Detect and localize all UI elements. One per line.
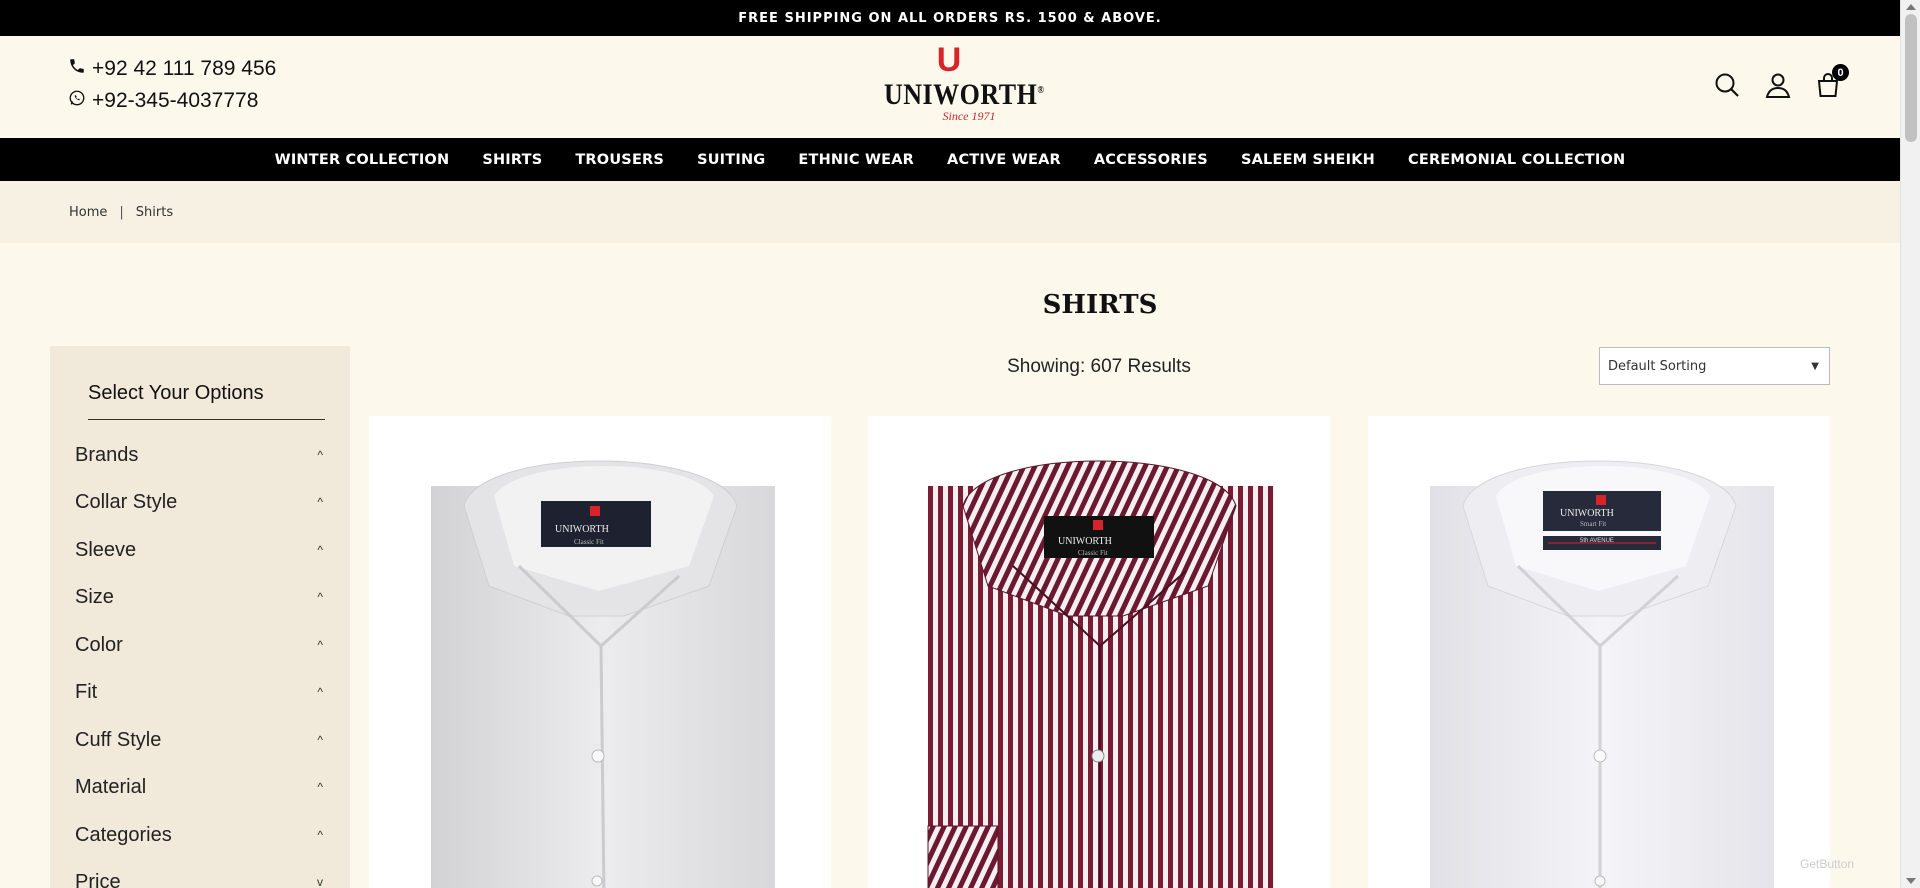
cart-icon[interactable]: 0 <box>1813 64 1849 100</box>
filter-fit[interactable]: Fit ^ <box>75 677 325 707</box>
main-nav: WINTER COLLECTION SHIRTS TROUSERS SUITIN… <box>0 138 1900 181</box>
filter-color[interactable]: Color ^ <box>75 630 325 660</box>
scroll-up-icon[interactable] <box>1906 4 1916 10</box>
chevron-up-icon: ^ <box>317 780 323 794</box>
phone-icon <box>68 57 86 81</box>
breadcrumb-separator: | <box>119 204 124 220</box>
shirt-label-fit: Smart Fit <box>1580 520 1607 528</box>
white-shirt-image <box>1430 460 1774 888</box>
filter-material[interactable]: Material ^ <box>75 772 325 802</box>
whatsapp-number: +92-345-4037778 <box>92 89 259 112</box>
sort-dropdown[interactable]: Default Sorting ▼ <box>1599 347 1830 385</box>
cart-count-badge: 0 <box>1832 64 1849 81</box>
chevron-up-icon: ^ <box>317 448 323 462</box>
page-scrollbar[interactable] <box>1900 0 1920 888</box>
filter-brands[interactable]: Brands ^ <box>75 440 325 470</box>
product-card[interactable]: UNIWORTH Smart Fit 5th AVENUE <box>1368 416 1830 888</box>
shirt-label-fit: Classic Fit <box>574 538 604 546</box>
scroll-thumb[interactable] <box>1905 14 1917 142</box>
breadcrumb-home[interactable]: Home <box>69 205 107 220</box>
nav-ethnic-wear[interactable]: ETHNIC WEAR <box>798 152 914 168</box>
results-count: Showing: 607 Results <box>1007 356 1191 377</box>
white-shirt-image <box>431 460 775 888</box>
phone-number: +92 42 111 789 456 <box>92 57 277 80</box>
nav-suiting[interactable]: SUITING <box>697 152 765 168</box>
chevron-up-icon: ^ <box>317 685 323 699</box>
announcement-text: FREE SHIPPING ON ALL ORDERS RS. 1500 & A… <box>738 10 1162 26</box>
nav-winter-collection[interactable]: WINTER COLLECTION <box>275 152 450 168</box>
sort-selected: Default Sorting <box>1608 358 1707 374</box>
filter-collar-style[interactable]: Collar Style ^ <box>75 487 325 517</box>
nav-accessories[interactable]: ACCESSORIES <box>1094 152 1208 168</box>
whatsapp-icon <box>68 89 86 113</box>
nav-active-wear[interactable]: ACTIVE WEAR <box>947 152 1061 168</box>
shirt-label-line: 5th AVENUE <box>1580 538 1614 544</box>
breadcrumb-current: Shirts <box>135 204 174 220</box>
sidebar-title: Select Your Options <box>88 382 325 420</box>
whatsapp-contact[interactable]: +92-345-4037778 <box>68 89 258 113</box>
product-card[interactable]: UNIWORTH Classic Fit <box>868 416 1330 888</box>
filter-categories[interactable]: Categories ^ <box>75 820 325 850</box>
product-card[interactable]: UNIWORTH Classic Fit <box>369 416 831 888</box>
filter-cuff-style[interactable]: Cuff Style ^ <box>75 725 325 755</box>
chevron-down-icon: v <box>317 875 323 888</box>
filter-price[interactable]: Price v <box>75 867 325 888</box>
chevron-up-icon: ^ <box>317 828 323 842</box>
getbutton-watermark[interactable]: GetButton <box>1800 857 1854 871</box>
shirt-label-brand: UNIWORTH <box>555 524 609 535</box>
filter-sidebar: Select Your Options Brands ^ Collar Style… <box>50 346 350 888</box>
chevron-up-icon: ^ <box>317 590 323 604</box>
dropdown-arrow-icon: ▼ <box>1811 360 1819 372</box>
user-icon[interactable] <box>1763 70 1793 100</box>
shirt-label-brand: UNIWORTH <box>1560 508 1614 519</box>
uniworth-logo[interactable]: U UNIWORTH® Since 1971 <box>884 41 1045 130</box>
phone-contact[interactable]: +92 42 111 789 456 <box>68 57 276 81</box>
breadcrumb: Home | Shirts <box>0 181 1900 243</box>
nav-ceremonial-collection[interactable]: CEREMONIAL COLLECTION <box>1408 152 1625 168</box>
nav-saleem-sheikh[interactable]: SALEEM SHEIKH <box>1241 152 1375 168</box>
filter-size[interactable]: Size ^ <box>75 582 325 612</box>
announcement-bar: FREE SHIPPING ON ALL ORDERS RS. 1500 & A… <box>0 0 1900 36</box>
scroll-down-icon[interactable] <box>1906 878 1916 884</box>
logo-name: UNIWORTH® <box>884 77 1045 112</box>
filter-sleeve[interactable]: Sleeve ^ <box>75 535 325 565</box>
striped-shirt-image <box>927 460 1274 888</box>
page-title: SHIRTS <box>1042 290 1158 320</box>
shirt-label-brand: UNIWORTH <box>1058 536 1112 547</box>
chevron-up-icon: ^ <box>317 495 323 509</box>
nav-trousers[interactable]: TROUSERS <box>575 152 664 168</box>
chevron-up-icon: ^ <box>317 638 323 652</box>
site-header: +92 42 111 789 456 +92-345-4037778 U UNI… <box>0 36 1900 138</box>
chevron-up-icon: ^ <box>317 543 323 557</box>
nav-shirts[interactable]: SHIRTS <box>482 152 542 168</box>
logo-mark: U <box>936 41 962 79</box>
search-icon[interactable] <box>1712 70 1742 100</box>
shirt-label-fit: Classic Fit <box>1078 549 1108 557</box>
chevron-up-icon: ^ <box>317 733 323 747</box>
